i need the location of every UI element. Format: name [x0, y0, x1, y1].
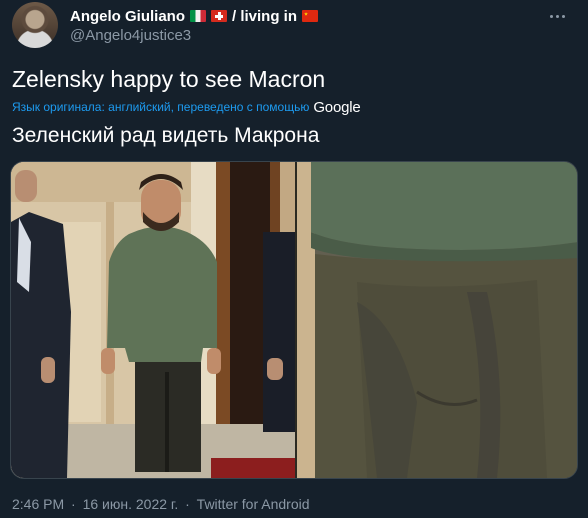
photo-2[interactable]	[297, 162, 577, 478]
display-name[interactable]: Angelo Giuliano	[70, 8, 185, 25]
translated-text: Зеленский рад видеть Макрона	[12, 124, 320, 147]
tweet-time[interactable]: 2:46 PM	[12, 496, 64, 512]
user-handle[interactable]: @Angelo4justice3	[70, 27, 191, 44]
tweet: Angelo Giuliano / living in @Angelo4just…	[0, 0, 588, 518]
photo-1-image	[11, 162, 295, 478]
flag-switzerland-icon	[211, 10, 227, 22]
translation-note[interactable]: Язык оригинала: английский, переведено с…	[12, 100, 309, 114]
tweet-meta: 2:46 PM · 16 июн. 2022 г. · Twitter for …	[12, 496, 310, 512]
avatar[interactable]	[12, 2, 58, 48]
more-dot-icon	[561, 14, 565, 18]
flag-italy-icon	[190, 10, 206, 22]
user-name-row[interactable]: Angelo Giuliano / living in	[70, 6, 319, 26]
meta-separator: ·	[185, 496, 190, 512]
more-options-button[interactable]	[544, 6, 570, 26]
translation-attribution[interactable]: Язык оригинала: английский, переведено с…	[12, 98, 361, 116]
photo-1[interactable]	[11, 162, 295, 478]
tweet-date[interactable]: 16 июн. 2022 г.	[83, 496, 179, 512]
name-suffix: / living in	[232, 7, 298, 25]
flag-china-icon	[302, 10, 319, 22]
more-dot-icon	[549, 14, 553, 18]
more-dot-icon	[555, 14, 559, 18]
meta-separator: ·	[71, 496, 76, 512]
tweet-text: Zelensky happy to see Macron	[12, 66, 326, 92]
tweet-source[interactable]: Twitter for Android	[197, 496, 310, 512]
media-grid	[10, 161, 578, 479]
photo-2-image	[297, 162, 577, 478]
google-logo: Google	[313, 98, 361, 116]
